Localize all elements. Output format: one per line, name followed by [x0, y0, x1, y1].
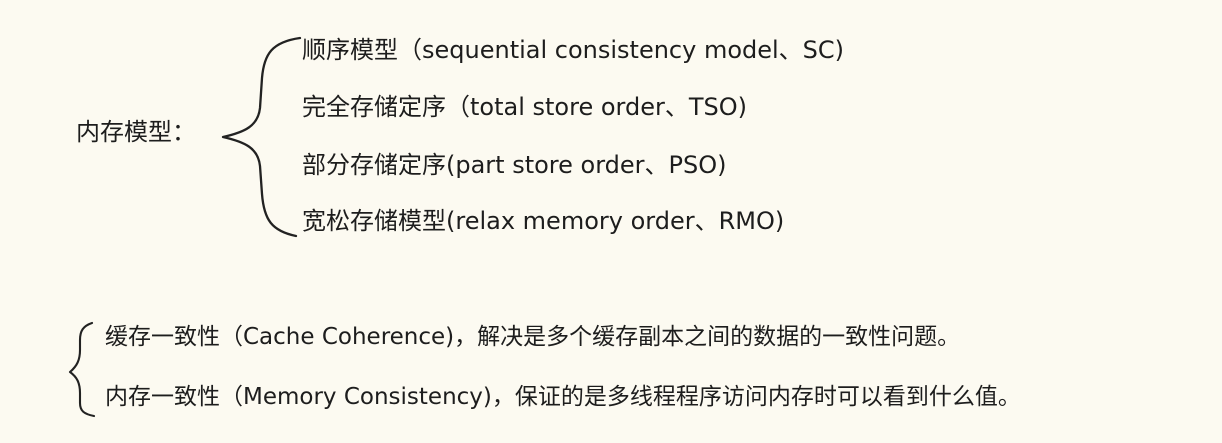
consistency-brace [68, 321, 96, 418]
memory-consistency-note: 内存一致性（Memory Consistency)，保证的是多线程程序访问内存时… [105, 384, 1021, 410]
cache-coherence-note: 缓存一致性（Cache Coherence)，解决是多个缓存副本之间的数据的一致… [105, 324, 961, 350]
memory-model-diagram: 内存模型： 顺序模型（sequential consistency model、… [0, 0, 1222, 443]
